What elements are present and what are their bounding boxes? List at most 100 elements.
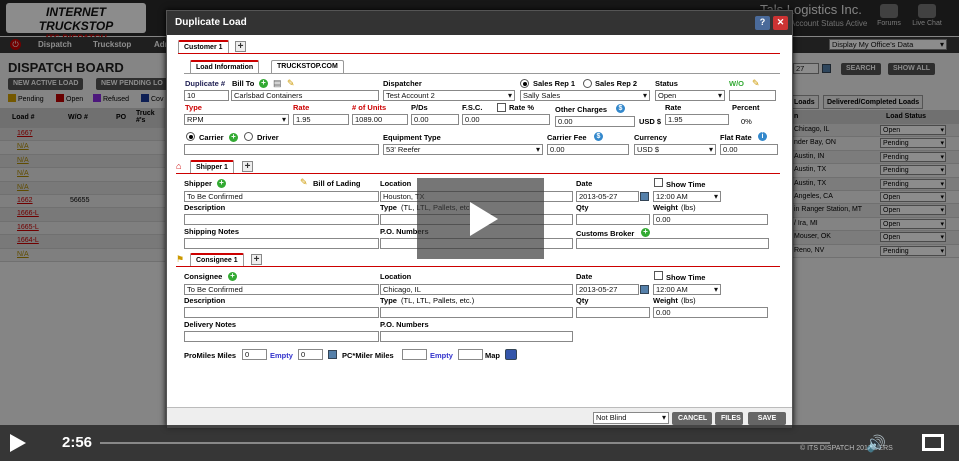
calculator-icon[interactable] bbox=[328, 350, 337, 359]
flat-rate-info-icon[interactable]: i bbox=[758, 132, 767, 141]
type-select[interactable]: RPM bbox=[184, 114, 289, 125]
promiles-label: ProMiles Miles bbox=[184, 351, 237, 360]
driver-radio[interactable] bbox=[244, 132, 253, 141]
tab-truckstop[interactable]: TRUCKSTOP.COM bbox=[271, 60, 344, 73]
video-progress-bar[interactable] bbox=[100, 442, 830, 444]
pcmiler-input[interactable] bbox=[402, 349, 427, 360]
shipper-show-time-label: Show Time bbox=[666, 180, 706, 189]
percent-label: Percent bbox=[732, 103, 760, 112]
shipping-notes-input[interactable] bbox=[184, 238, 379, 249]
pd-input[interactable]: 0.00 bbox=[411, 114, 459, 125]
carrier-radio[interactable] bbox=[186, 132, 195, 141]
consignee-show-time-checkbox[interactable] bbox=[654, 271, 663, 280]
consignee-date-input[interactable]: 2013-05-27 bbox=[576, 284, 639, 295]
carrier-input[interactable] bbox=[184, 144, 379, 155]
units-input[interactable]: 1089.00 bbox=[352, 114, 408, 125]
empty-label: Empty bbox=[270, 351, 293, 360]
shipper-weight-label: Weight bbox=[653, 203, 678, 212]
shipper-description-input[interactable] bbox=[184, 214, 379, 225]
consignee-description-input[interactable] bbox=[184, 307, 379, 318]
consignee-calendar-icon[interactable] bbox=[640, 285, 649, 294]
consignee-type-input[interactable] bbox=[380, 307, 573, 318]
add-consignee-contact-icon[interactable]: + bbox=[228, 272, 237, 281]
consignee-location-input[interactable]: Chicago, IL bbox=[380, 284, 573, 295]
equipment-type-select[interactable]: 53' Reefer bbox=[383, 144, 543, 155]
shipper-show-time-checkbox[interactable] bbox=[654, 178, 663, 187]
rate-input[interactable]: 1.95 bbox=[293, 114, 349, 125]
promiles-input[interactable]: 0 bbox=[242, 349, 267, 360]
tab-load-information[interactable]: Load Information bbox=[190, 60, 260, 73]
fullscreen-icon[interactable] bbox=[922, 434, 944, 451]
shipper-calendar-icon[interactable] bbox=[640, 192, 649, 201]
other-charges-input[interactable]: 0.00 bbox=[555, 116, 635, 127]
shipper-weight-input[interactable]: 0.00 bbox=[653, 214, 768, 225]
status-select[interactable]: Open bbox=[655, 90, 725, 101]
shipper-qty-input[interactable] bbox=[576, 214, 650, 225]
volume-icon[interactable]: 🔊 bbox=[866, 434, 886, 454]
shipping-notes-label: Shipping Notes bbox=[184, 227, 239, 236]
carrier-fee-input[interactable]: 0.00 bbox=[547, 144, 629, 155]
units-label: # of Units bbox=[352, 103, 387, 112]
add-customs-broker-icon[interactable]: + bbox=[641, 228, 650, 237]
sales-rep-1-label: Sales Rep 1 bbox=[533, 79, 576, 88]
consignee-input[interactable]: To Be Confirmed bbox=[184, 284, 379, 295]
wo-edit-icon[interactable]: ✎ bbox=[752, 78, 762, 88]
consignee-label: Consignee bbox=[184, 272, 223, 281]
duplicate-input[interactable]: 10 bbox=[184, 90, 229, 101]
add-customer-icon[interactable]: + bbox=[235, 41, 246, 52]
consignee-location-label: Location bbox=[380, 272, 412, 281]
consignee-po-input[interactable] bbox=[380, 331, 573, 342]
empty2-input[interactable] bbox=[458, 349, 483, 360]
shipper-weight-unit: (lbs) bbox=[681, 203, 696, 212]
video-play-overlay[interactable] bbox=[417, 178, 544, 259]
rate2-input[interactable]: 1.95 bbox=[665, 114, 729, 125]
shipper-input[interactable]: To Be Confirmed bbox=[184, 191, 379, 202]
driver-label: Driver bbox=[257, 133, 279, 142]
help-icon[interactable]: ? bbox=[755, 16, 770, 30]
save-button[interactable]: SAVE bbox=[748, 412, 786, 425]
consignee-description-label: Description bbox=[184, 296, 226, 305]
add-consignee-icon[interactable]: + bbox=[251, 254, 262, 265]
currency-select[interactable]: USD $ bbox=[634, 144, 716, 155]
shipper-date-input[interactable]: 2013-05-27 bbox=[576, 191, 639, 202]
map-icon[interactable] bbox=[505, 349, 517, 360]
tab-consignee-1[interactable]: Consignee 1 bbox=[190, 253, 244, 266]
wo-label: W/O bbox=[729, 79, 744, 88]
dispatcher-select[interactable]: Test Account 2 bbox=[383, 90, 515, 101]
add-shipper-icon[interactable]: + bbox=[242, 161, 253, 172]
carrier-fee-info-icon[interactable]: $ bbox=[594, 132, 603, 141]
sales-rep-select[interactable]: Sally Sales bbox=[520, 90, 650, 101]
add-shipper-contact-icon[interactable]: + bbox=[217, 179, 226, 188]
sales-rep-1-radio[interactable] bbox=[520, 79, 529, 88]
other-charges-info-icon[interactable]: $ bbox=[616, 104, 625, 113]
print-icon[interactable]: ▤ bbox=[273, 78, 283, 88]
consignee-time-select[interactable]: 12:00 AM bbox=[653, 284, 721, 295]
dispatcher-label: Dispatcher bbox=[383, 79, 422, 88]
empty-input[interactable]: 0 bbox=[298, 349, 323, 360]
delivery-notes-input[interactable] bbox=[184, 331, 379, 342]
consignee-weight-input[interactable]: 0.00 bbox=[653, 307, 768, 318]
cancel-button[interactable]: CANCEL bbox=[672, 412, 712, 425]
rate-percent-checkbox[interactable] bbox=[497, 103, 506, 112]
flat-rate-label: Flat Rate bbox=[720, 133, 752, 142]
bill-to-input[interactable]: Carlsbad Containers bbox=[231, 90, 379, 101]
close-icon[interactable]: ✕ bbox=[773, 16, 788, 30]
consignee-weight-label: Weight bbox=[653, 296, 678, 305]
add-bill-to-icon[interactable]: + bbox=[259, 79, 268, 88]
add-carrier-icon[interactable]: + bbox=[229, 133, 238, 142]
wo-input[interactable] bbox=[729, 90, 776, 101]
bill-of-lading-icon[interactable]: ✎ bbox=[300, 177, 310, 187]
consignee-qty-input[interactable] bbox=[576, 307, 650, 318]
customs-broker-input[interactable] bbox=[576, 238, 769, 249]
empty2-label: Empty bbox=[430, 351, 453, 360]
fsc-input[interactable]: 0.00 bbox=[462, 114, 550, 125]
tab-customer-1[interactable]: Customer 1 bbox=[178, 40, 229, 53]
blind-select[interactable]: Not Blind bbox=[593, 412, 669, 424]
play-icon[interactable] bbox=[10, 434, 26, 452]
files-button[interactable]: FILES bbox=[715, 412, 743, 425]
tab-shipper-1[interactable]: Shipper 1 bbox=[190, 160, 234, 173]
flat-rate-input[interactable]: 0.00 bbox=[720, 144, 778, 155]
edit-icon[interactable]: ✎ bbox=[287, 78, 297, 88]
sales-rep-2-radio[interactable] bbox=[583, 79, 592, 88]
shipper-time-select[interactable]: 12:00 AM bbox=[653, 191, 721, 202]
